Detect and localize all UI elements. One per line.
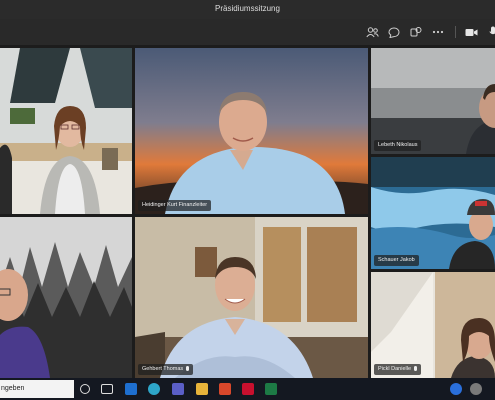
acrobat-icon[interactable] (242, 383, 254, 395)
video-tile-pickl[interactable]: Pickl Danielle (371, 272, 495, 378)
video-feed-heidinger (135, 48, 368, 214)
video-tile-gehbert[interactable]: Gehbert Thomas (135, 217, 368, 378)
outlook-icon[interactable] (125, 383, 137, 395)
participant-name: Gehbert Thomas (138, 364, 194, 375)
video-feed-forest (0, 217, 132, 378)
cortana-icon[interactable] (80, 384, 90, 394)
participant-name: Lebeth Nikolaus (374, 140, 422, 151)
windows-taskbar: ngeben (0, 378, 495, 400)
participant-name: Pickl Danielle (374, 364, 422, 375)
chat-icon[interactable] (387, 25, 401, 39)
file-explorer-icon[interactable] (196, 383, 208, 395)
microphone-icon (414, 366, 418, 371)
video-tile-schauer[interactable]: Schauer Jakob (371, 157, 495, 269)
video-tile-forest[interactable] (0, 217, 132, 378)
participant-name: Schauer Jakob (374, 255, 419, 266)
participant-name-text: Gehbert Thomas (142, 366, 184, 372)
task-view-icon[interactable] (101, 384, 113, 394)
meeting-toolbar (0, 19, 495, 45)
excel-icon[interactable] (265, 383, 277, 395)
camera-icon[interactable] (464, 25, 478, 39)
participants-icon[interactable] (365, 25, 379, 39)
microphone-icon[interactable] (486, 25, 495, 39)
more-icon[interactable] (431, 25, 445, 39)
video-feed-lebeth (371, 48, 495, 154)
window-title-bar: Präsidiumssitzung (0, 0, 495, 19)
edge-icon[interactable] (148, 383, 160, 395)
video-tile-lebeth[interactable]: Lebeth Nikolaus (371, 48, 495, 154)
video-feed-pickl (371, 272, 495, 378)
reactions-icon[interactable] (409, 25, 423, 39)
video-stage: Heidinger Kurt Finanzleiter Lebeth Nikol… (0, 45, 495, 378)
teams-icon[interactable] (172, 383, 184, 395)
toolbar-divider (455, 26, 456, 38)
video-feed-schauer (371, 157, 495, 269)
video-feed-gehbert (135, 217, 368, 378)
video-feed-office (0, 48, 132, 214)
account-icon[interactable] (450, 383, 462, 395)
participant-name-text: Pickl Danielle (378, 366, 412, 372)
window-title: Präsidiumssitzung (215, 4, 280, 13)
office-icon[interactable] (219, 383, 231, 395)
video-tile-heidinger[interactable]: Heidinger Kurt Finanzleiter (135, 48, 368, 214)
taskbar-search-box[interactable]: ngeben (0, 380, 74, 398)
profile-icon[interactable] (470, 383, 482, 395)
participant-name: Heidinger Kurt Finanzleiter (138, 200, 212, 211)
microphone-icon (186, 366, 190, 371)
video-tile-office[interactable] (0, 48, 132, 214)
